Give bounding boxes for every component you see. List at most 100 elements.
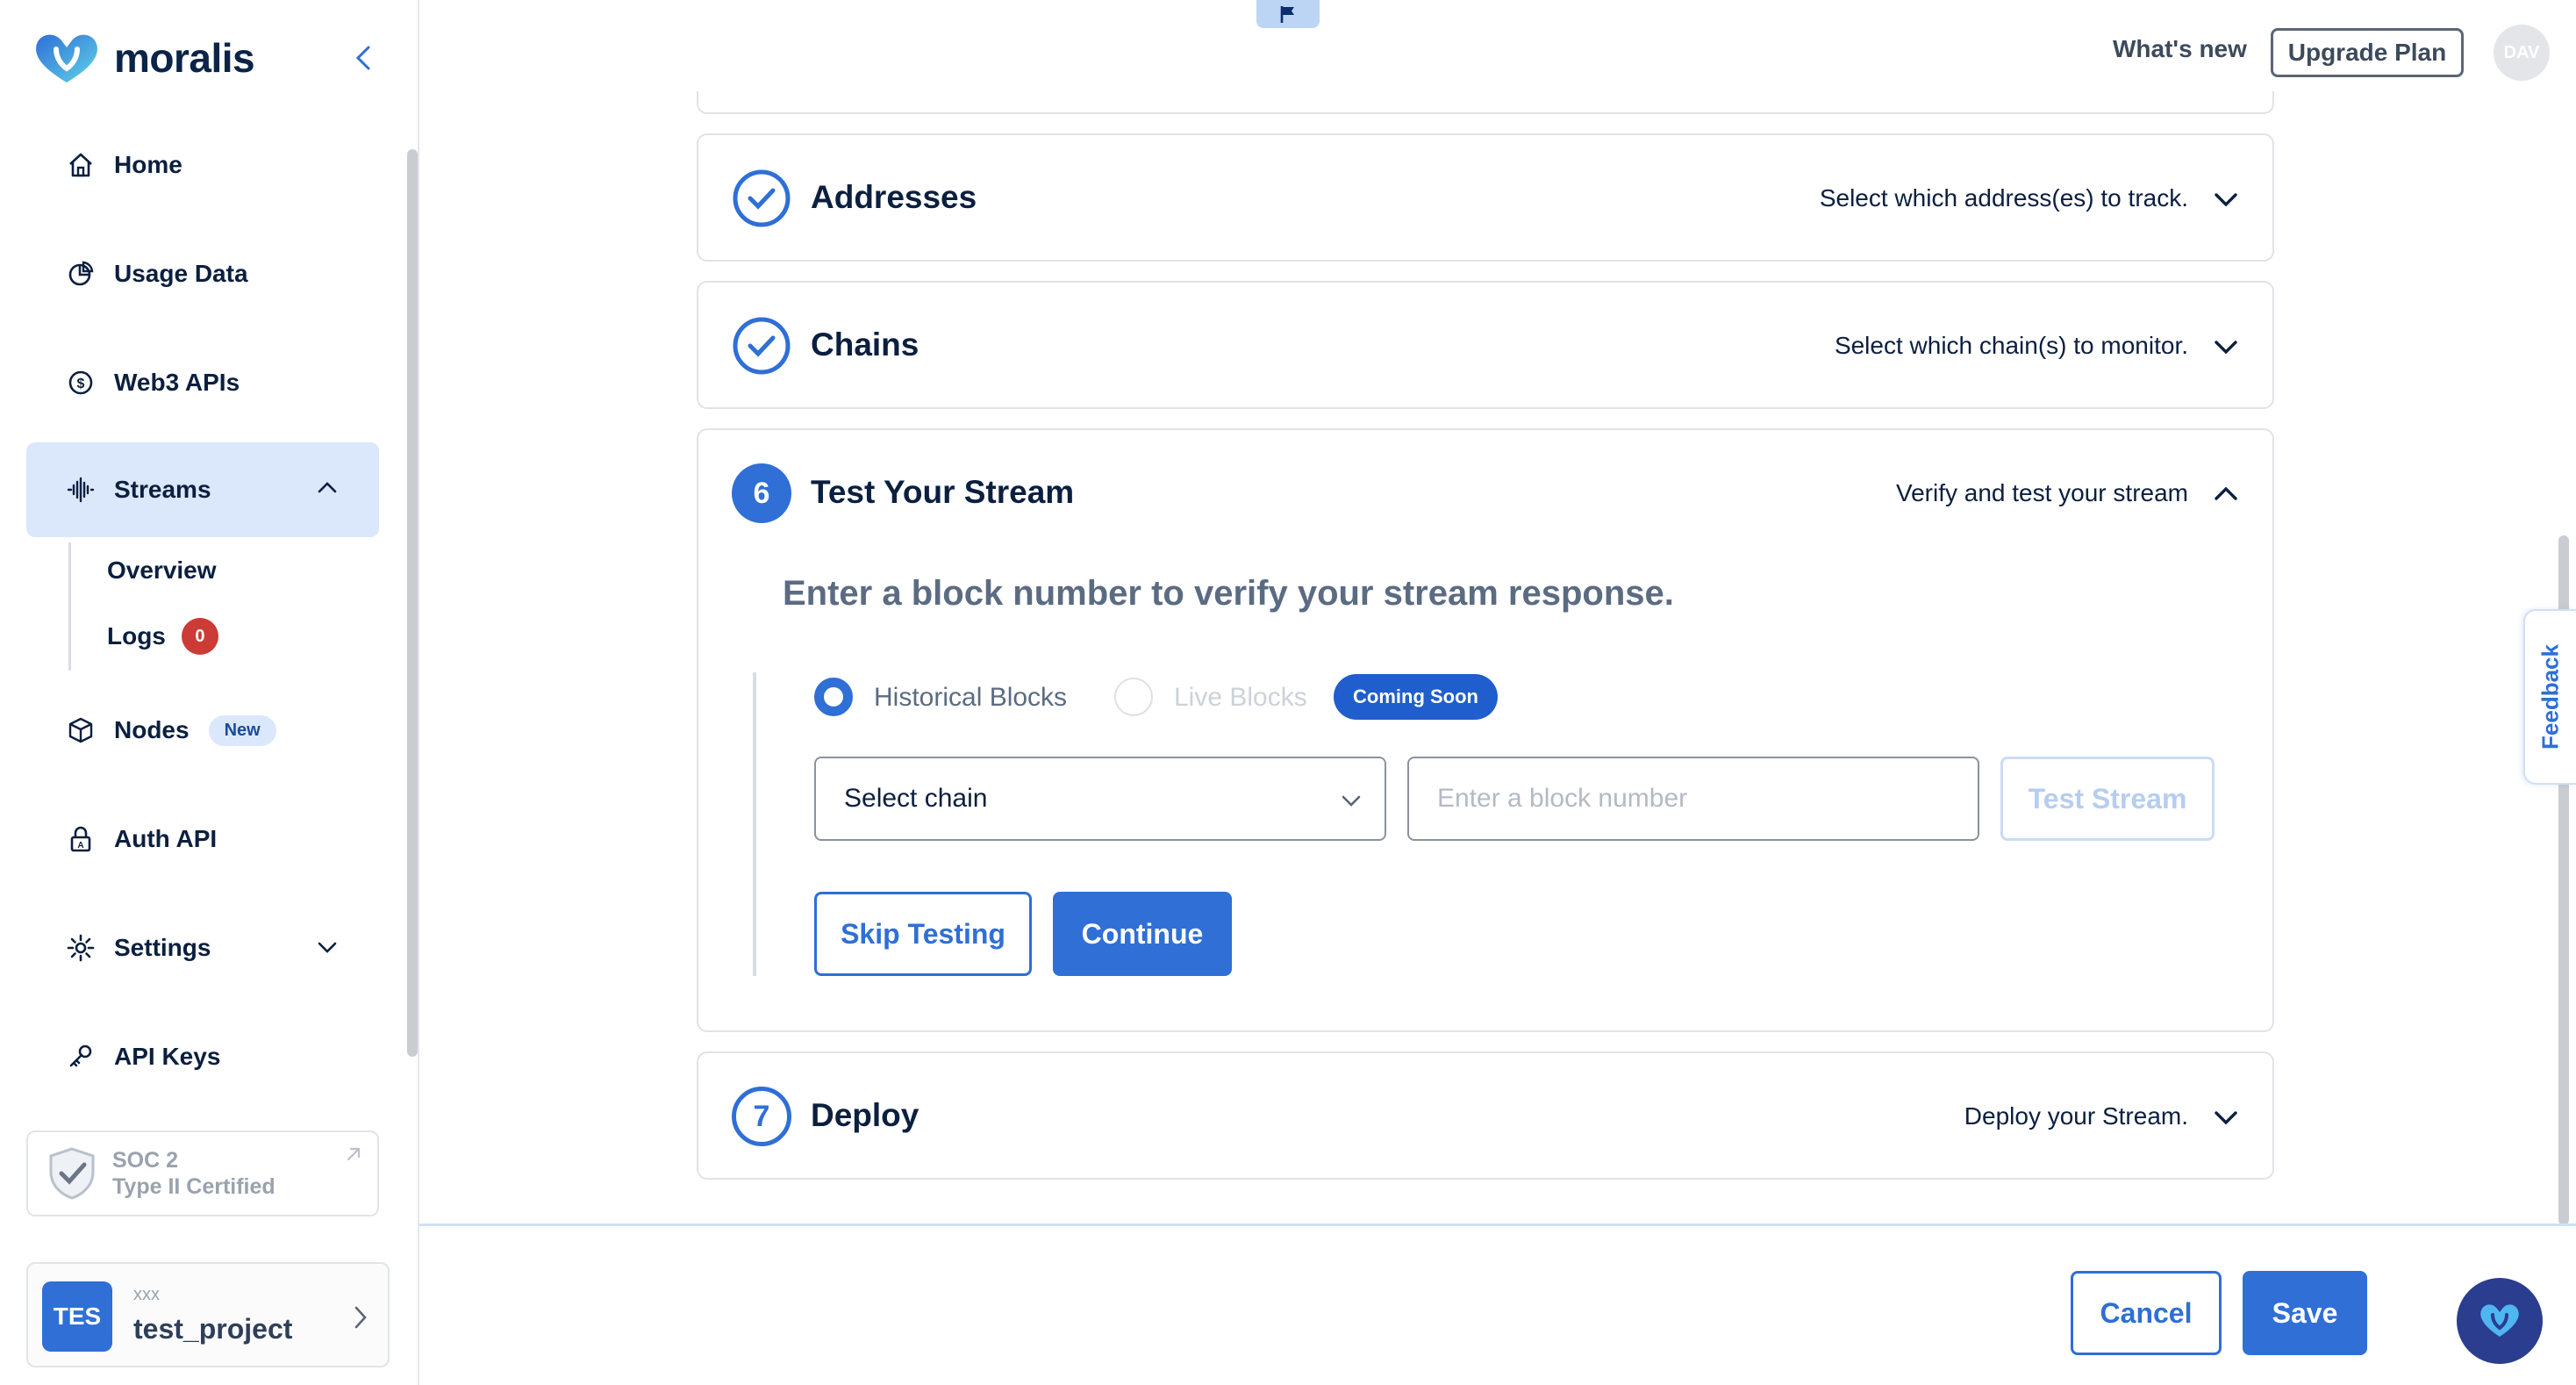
test-panel-rail bbox=[753, 672, 756, 976]
step-description: Deploy your Stream. bbox=[1964, 1102, 2188, 1130]
audio-wave-icon bbox=[65, 474, 97, 506]
sidebar-item-label: Settings bbox=[114, 934, 211, 961]
sidebar-item-home[interactable]: Home bbox=[26, 119, 379, 211]
gear-icon bbox=[65, 932, 97, 964]
sidebar-item-usage-data[interactable]: Usage Data bbox=[26, 228, 379, 319]
step-header[interactable]: Addresses Select which address(es) to tr… bbox=[698, 135, 2272, 262]
upgrade-plan-button[interactable]: Upgrade Plan bbox=[2271, 28, 2464, 77]
sidebar-item-label: Streams bbox=[114, 476, 211, 503]
sidebar-subitem-logs[interactable]: Logs 0 bbox=[107, 618, 218, 655]
help-chat-button[interactable] bbox=[2457, 1278, 2543, 1364]
sidebar-item-api-keys[interactable]: API Keys bbox=[26, 1011, 379, 1102]
chevron-right-icon bbox=[354, 1306, 367, 1329]
step-title: Addresses bbox=[811, 179, 977, 215]
previous-step-card-edge bbox=[697, 91, 2274, 114]
lock-icon: A bbox=[65, 823, 97, 855]
flag-icon bbox=[1280, 6, 1294, 23]
whats-new-link[interactable]: What's new bbox=[2113, 35, 2247, 63]
check-circle-icon bbox=[732, 316, 791, 376]
home-icon bbox=[65, 149, 97, 181]
project-avatar: TES bbox=[42, 1281, 112, 1352]
svg-text:A: A bbox=[77, 841, 83, 850]
step-title: Deploy bbox=[811, 1097, 919, 1133]
svg-text:$: $ bbox=[77, 377, 85, 391]
logo[interactable]: moralis bbox=[32, 30, 255, 86]
chevron-down-icon[interactable] bbox=[2211, 332, 2241, 362]
save-button[interactable]: Save bbox=[2243, 1271, 2367, 1355]
check-circle-icon bbox=[732, 169, 791, 228]
step-header[interactable]: Chains Select which chain(s) to monitor. bbox=[698, 283, 2272, 409]
project-org: xxx bbox=[133, 1285, 160, 1304]
step-description: Select which address(es) to track. bbox=[1819, 184, 2188, 212]
step-header[interactable]: 6 Test Your Stream Verify and test your … bbox=[698, 430, 2272, 556]
test-stream-button[interactable]: Test Stream bbox=[2000, 757, 2215, 841]
sidebar-item-label: API Keys bbox=[114, 1043, 221, 1070]
sidebar-item-label: Nodes bbox=[114, 716, 190, 743]
select-chain-value: Select chain bbox=[844, 784, 988, 813]
continue-button[interactable]: Continue bbox=[1053, 892, 1232, 976]
sidebar-item-label: Usage Data bbox=[114, 260, 248, 287]
sidebar-item-label: Auth API bbox=[114, 825, 218, 852]
step-header[interactable]: 7 Deploy Deploy your Stream. bbox=[698, 1053, 2272, 1180]
step-title: Chains bbox=[811, 327, 919, 362]
chevron-down-icon[interactable] bbox=[314, 934, 340, 960]
chevron-down-icon[interactable] bbox=[2211, 184, 2241, 214]
sidebar-item-streams[interactable]: Streams bbox=[26, 442, 379, 537]
pie-chart-icon bbox=[65, 258, 97, 290]
step-description: Verify and test your stream bbox=[1895, 479, 2188, 506]
step-addresses[interactable]: Addresses Select which address(es) to tr… bbox=[697, 133, 2274, 262]
logs-count-badge: 0 bbox=[181, 618, 218, 655]
block-number-placeholder: Enter a block number bbox=[1437, 784, 1688, 813]
step-deploy[interactable]: 7 Deploy Deploy your Stream. bbox=[697, 1051, 2274, 1180]
coming-soon-badge: Coming Soon bbox=[1334, 674, 1498, 720]
test-heading: Enter a block number to verify your stre… bbox=[783, 574, 1674, 613]
step-chains[interactable]: Chains Select which chain(s) to monitor. bbox=[697, 281, 2274, 409]
key-icon bbox=[65, 1041, 97, 1073]
sidebar-item-nodes[interactable]: Nodes New bbox=[26, 685, 379, 776]
step-test-your-stream: 6 Test Your Stream Verify and test your … bbox=[697, 428, 2274, 1032]
subitem-label: Logs bbox=[107, 622, 166, 649]
sidebar-item-settings[interactable]: Settings bbox=[26, 902, 379, 994]
chevron-up-icon[interactable] bbox=[2211, 479, 2241, 509]
sidebar-scrollbar[interactable] bbox=[407, 149, 418, 1057]
collapse-sidebar-button[interactable] bbox=[346, 39, 381, 77]
user-avatar[interactable]: DAV bbox=[2494, 25, 2550, 81]
soc2-certification-card[interactable]: SOC 2 Type II Certified bbox=[26, 1130, 379, 1216]
step-number-badge: 6 bbox=[732, 463, 791, 523]
flag-tab[interactable] bbox=[1256, 0, 1320, 28]
block-number-input[interactable]: Enter a block number bbox=[1407, 757, 1979, 841]
project-name: test_project bbox=[133, 1313, 293, 1345]
step-description: Select which chain(s) to monitor. bbox=[1834, 332, 2188, 359]
streams-subnav-rail bbox=[68, 542, 71, 671]
chevron-down-icon[interactable] bbox=[2211, 1102, 2241, 1132]
moralis-logo-icon bbox=[36, 34, 97, 83]
sidebar-subitem-overview[interactable]: Overview bbox=[107, 556, 217, 585]
radio-historical-blocks[interactable] bbox=[814, 678, 853, 716]
new-badge: New bbox=[208, 714, 276, 746]
chevron-left-icon bbox=[355, 46, 370, 70]
sidebar-item-web3-apis[interactable]: $ Web3 APIs bbox=[26, 337, 379, 428]
chevron-up-icon[interactable] bbox=[314, 474, 340, 500]
step-number-badge: 7 bbox=[732, 1087, 791, 1146]
skip-testing-button[interactable]: Skip Testing bbox=[814, 892, 1032, 976]
soc2-text: SOC 2 Type II Certified bbox=[112, 1147, 275, 1200]
cancel-button[interactable]: Cancel bbox=[2071, 1271, 2222, 1355]
select-chain-dropdown[interactable]: Select chain bbox=[814, 757, 1386, 841]
radio-live-label: Live Blocks bbox=[1174, 683, 1307, 712]
page: moralis Home Usage Data $ Web3 APIs Stre… bbox=[0, 0, 2576, 1385]
soc2-line1: SOC 2 bbox=[112, 1148, 179, 1173]
logo-text: moralis bbox=[114, 35, 255, 81]
sidebar: moralis Home Usage Data $ Web3 APIs Stre… bbox=[0, 0, 419, 1385]
sidebar-item-auth-api[interactable]: A Auth API bbox=[26, 793, 379, 885]
step-title: Test Your Stream bbox=[811, 474, 1075, 510]
subitem-label: Overview bbox=[107, 556, 217, 584]
external-link-icon bbox=[347, 1147, 361, 1161]
feedback-tab[interactable]: Feedback bbox=[2523, 609, 2576, 785]
sidebar-item-label: Web3 APIs bbox=[114, 369, 240, 396]
chevron-down-icon bbox=[1342, 795, 1361, 807]
project-switcher[interactable]: TES xxx test_project bbox=[26, 1262, 390, 1367]
soc2-line2: Type II Certified bbox=[112, 1174, 275, 1199]
coin-icon: $ bbox=[65, 367, 97, 398]
radio-historical-label[interactable]: Historical Blocks bbox=[874, 683, 1067, 713]
radio-live-blocks bbox=[1114, 678, 1153, 716]
